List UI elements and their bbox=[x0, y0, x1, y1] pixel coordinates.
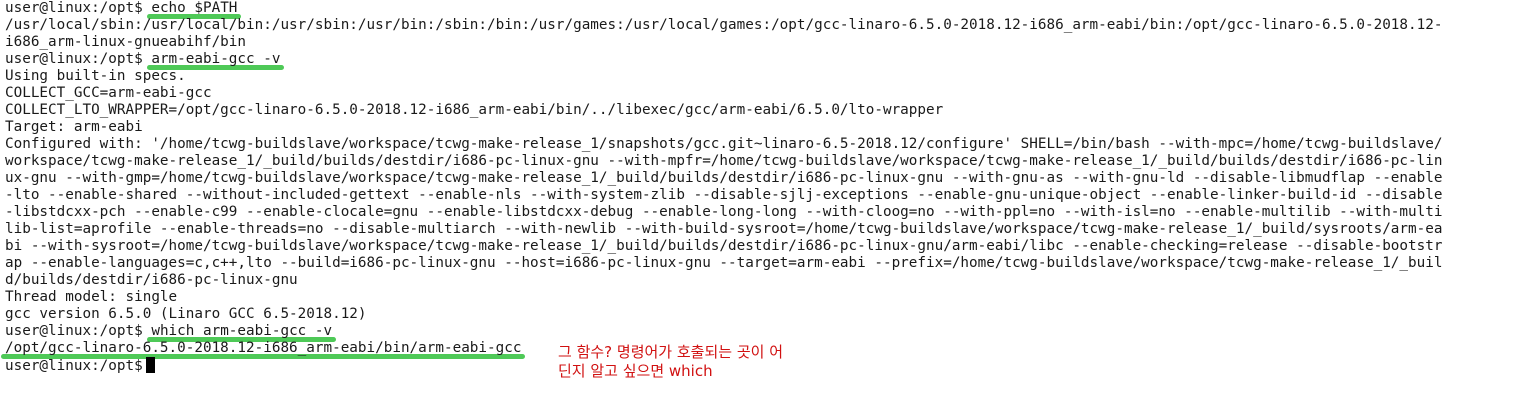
output-line: i686_arm-linux-gnueabihf/bin bbox=[5, 34, 247, 50]
prompt-line-2: user@linux:/opt$ arm-eabi-gcc -v bbox=[5, 51, 1513, 68]
output-line: -libstdcxx-pch --enable-c99 --enable-clo… bbox=[5, 204, 1443, 220]
command-echo-path: echo $PATH bbox=[151, 0, 238, 16]
annotation-line-2: 딘지 알고 싶으면 which bbox=[558, 362, 713, 380]
output-line: workspace/tcwg-make-release_1/_build/bui… bbox=[5, 153, 1443, 169]
output-line: COLLECT_GCC=arm-eabi-gcc bbox=[5, 85, 212, 101]
output-line: Target: arm-eabi bbox=[5, 119, 143, 135]
output-line: /usr/local/sbin:/usr/local/bin:/usr/sbin… bbox=[5, 17, 1443, 33]
output-line: Thread model: single bbox=[5, 289, 178, 305]
prompt: user@linux:/opt$ bbox=[5, 323, 143, 339]
prompt: user@linux:/opt$ bbox=[5, 51, 143, 67]
prompt: user@linux:/opt$ bbox=[5, 0, 143, 16]
output-line: lib-list=aprofile --enable-threads=no --… bbox=[5, 221, 1443, 237]
terminal-window[interactable]: user@linux:/opt$ echo $PATH /usr/local/s… bbox=[0, 0, 1513, 401]
output-line: COLLECT_LTO_WRAPPER=/opt/gcc-linaro-6.5.… bbox=[5, 102, 944, 118]
prompt-line-3: user@linux:/opt$ which arm-eabi-gcc -v bbox=[5, 323, 1513, 340]
which-output: /opt/gcc-linaro-6.5.0-2018.12-i686_arm-e… bbox=[5, 340, 522, 356]
command-gcc-version: arm-eabi-gcc -v bbox=[151, 51, 281, 67]
annotation-note: 그 함수? 명령어가 호출되는 곳이 어 딘지 알고 싶으면 which bbox=[558, 343, 783, 381]
output-line: ap --enable-languages=c,c++,lto --build=… bbox=[5, 255, 1443, 271]
prompt: user@linux:/opt$ bbox=[5, 358, 143, 374]
output-line: -lto --enable-shared --without-included-… bbox=[5, 187, 1443, 203]
output-line: bi --with-sysroot=/home/tcwg-buildslave/… bbox=[5, 238, 1443, 254]
annotation-line-1: 그 함수? 명령어가 호출되는 곳이 어 bbox=[558, 343, 784, 361]
output-line: Configured with: '/home/tcwg-buildslave/… bbox=[5, 136, 1443, 152]
output-line: gcc version 6.5.0 (Linaro GCC 6.5-2018.1… bbox=[5, 306, 367, 322]
cursor-block bbox=[145, 357, 155, 373]
prompt-line-1: user@linux:/opt$ echo $PATH bbox=[5, 0, 1513, 17]
output-line: d/builds/destdir/i686-pc-linux-gnu bbox=[5, 272, 298, 288]
output-line: Using built-in specs. bbox=[5, 68, 186, 84]
output-line: ux-gnu --with-gmp=/home/tcwg-buildslave/… bbox=[5, 170, 1443, 186]
command-which: which arm-eabi-gcc -v bbox=[151, 323, 333, 339]
